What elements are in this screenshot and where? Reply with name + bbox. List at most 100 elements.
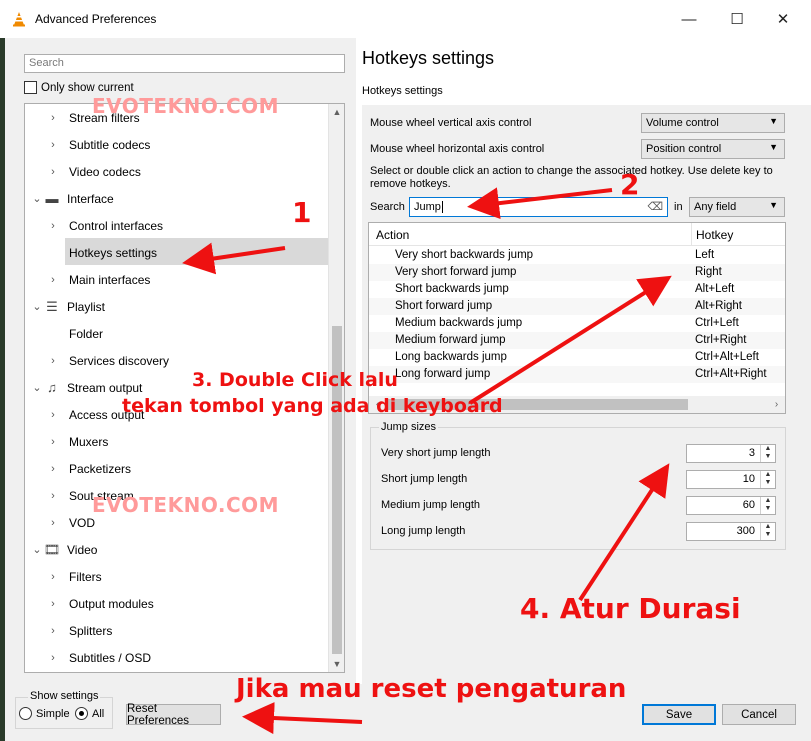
chevron-down-icon[interactable]: ⌄ bbox=[31, 300, 43, 313]
chevron-right-icon[interactable]: › bbox=[47, 598, 59, 610]
title-bar: Advanced Preferences — ☐ ✕ bbox=[0, 0, 811, 38]
tree-item[interactable]: › Output modules bbox=[25, 590, 330, 617]
tree-item[interactable]: › VOD bbox=[25, 509, 330, 536]
simple-radio-button[interactable] bbox=[19, 707, 32, 720]
table-row[interactable]: Long backwards jump Ctrl+Alt+Left bbox=[369, 349, 785, 366]
table-row[interactable]: Short backwards jump Alt+Left bbox=[369, 281, 785, 298]
tree-item[interactable]: › Stream filters bbox=[25, 104, 330, 131]
jump-length-label: Long jump length bbox=[381, 525, 466, 537]
simple-radio[interactable]: Simple bbox=[19, 707, 70, 720]
tree-item[interactable]: ⌄ ▬ Interface bbox=[25, 185, 330, 212]
tree-item[interactable]: Folder bbox=[25, 320, 330, 347]
tree-item[interactable]: ⌄ 🎞 Video bbox=[25, 536, 330, 563]
chevron-down-icon[interactable]: ⌄ bbox=[31, 543, 43, 556]
tree-item[interactable]: ⌄ ☰ Playlist bbox=[25, 293, 330, 320]
spin-arrows-icon[interactable]: ▲ ▼ bbox=[760, 445, 775, 462]
chevron-down-icon[interactable]: ⌄ bbox=[31, 381, 43, 394]
only-show-current-checkbox[interactable]: Only show current bbox=[24, 81, 134, 94]
tree-item-label: Services discovery bbox=[69, 353, 170, 368]
checkbox-box[interactable] bbox=[24, 81, 37, 94]
table-horizontal-scrollbar[interactable]: ‹ › bbox=[369, 396, 785, 413]
minimize-button[interactable]: — bbox=[666, 0, 712, 38]
chevron-down-icon[interactable]: ⌄ bbox=[31, 192, 43, 205]
chevron-right-icon[interactable]: › bbox=[47, 220, 59, 232]
mouse-vertical-select[interactable]: Volume control ▼ bbox=[641, 113, 785, 133]
table-row[interactable]: Short forward jump Alt+Right bbox=[369, 298, 785, 315]
spin-arrows-icon[interactable]: ▲ ▼ bbox=[760, 523, 775, 540]
tree-item[interactable]: › Access output bbox=[25, 401, 330, 428]
tree-item[interactable]: › Main interfaces bbox=[25, 266, 330, 293]
chevron-right-icon[interactable]: › bbox=[47, 436, 59, 448]
mouse-vertical-value: Volume control bbox=[646, 117, 719, 129]
tree-item[interactable]: › Packetizers bbox=[25, 455, 330, 482]
spin-arrows-icon[interactable]: ▲ ▼ bbox=[760, 471, 775, 488]
chevron-right-icon[interactable]: › bbox=[47, 274, 59, 286]
save-button[interactable]: Save bbox=[642, 704, 716, 725]
tree-item[interactable]: › Muxers bbox=[25, 428, 330, 455]
chevron-right-icon[interactable]: › bbox=[47, 139, 59, 151]
jump-length-spinbox[interactable]: 60 ▲ ▼ bbox=[686, 496, 776, 515]
chevron-right-icon[interactable]: › bbox=[47, 463, 59, 475]
column-header-hotkey[interactable]: Hotkey bbox=[696, 228, 733, 242]
jump-length-spinbox[interactable]: 3 ▲ ▼ bbox=[686, 444, 776, 463]
tree-item[interactable]: › Sout stream bbox=[25, 482, 330, 509]
clear-search-icon[interactable]: ⌫ bbox=[647, 200, 663, 213]
tree-item[interactable]: › Subtitles / OSD bbox=[25, 644, 330, 671]
scroll-down-icon[interactable]: ▼ bbox=[329, 656, 344, 672]
preferences-tree[interactable]: ▲ ▼ › Stream filters › Subtitle codecs › Vide… bbox=[24, 103, 345, 673]
scroll-left-icon[interactable]: ‹ bbox=[369, 396, 386, 413]
preferences-search-input[interactable]: Search bbox=[24, 54, 345, 73]
tree-item[interactable]: › Subtitle codecs bbox=[25, 131, 330, 158]
tree-item[interactable]: › Services discovery bbox=[25, 347, 330, 374]
chevron-right-icon[interactable]: › bbox=[47, 112, 59, 124]
hotkey-cell: Ctrl+Right bbox=[695, 334, 747, 346]
cancel-button[interactable]: Cancel bbox=[722, 704, 796, 725]
all-radio[interactable]: All bbox=[75, 707, 104, 720]
column-divider[interactable] bbox=[691, 223, 692, 246]
table-row[interactable]: Very short backwards jump Left bbox=[369, 247, 785, 264]
table-row[interactable]: Medium forward jump Ctrl+Right bbox=[369, 332, 785, 349]
jump-length-spinbox[interactable]: 300 ▲ ▼ bbox=[686, 522, 776, 541]
scroll-thumb[interactable] bbox=[386, 399, 688, 410]
chevron-right-icon[interactable]: › bbox=[47, 490, 59, 502]
tree-item[interactable]: › Filters bbox=[25, 563, 330, 590]
search-field-select[interactable]: Any field ▼ bbox=[689, 197, 785, 217]
chevron-right-icon[interactable]: › bbox=[47, 166, 59, 178]
jump-length-spinbox[interactable]: 10 ▲ ▼ bbox=[686, 470, 776, 489]
action-cell: Medium forward jump bbox=[395, 334, 506, 346]
table-row[interactable]: Very short forward jump Right bbox=[369, 264, 785, 281]
close-button[interactable]: ✕ bbox=[760, 0, 806, 38]
tree-item[interactable]: ⌄ ♫ Stream output bbox=[25, 374, 330, 401]
jump-sizes-group: Jump sizes Very short jump length 3 ▲ ▼ Shor… bbox=[370, 421, 786, 550]
chevron-right-icon[interactable]: › bbox=[47, 571, 59, 583]
spin-arrows-icon[interactable]: ▲ ▼ bbox=[760, 497, 775, 514]
scroll-thumb[interactable] bbox=[332, 326, 342, 654]
tree-item[interactable]: › Video codecs bbox=[25, 158, 330, 185]
chevron-right-icon[interactable]: › bbox=[47, 517, 59, 529]
chevron-right-icon[interactable]: › bbox=[47, 355, 59, 367]
table-row[interactable]: Medium backwards jump Ctrl+Left bbox=[369, 315, 785, 332]
tree-item[interactable]: › Splitters bbox=[25, 617, 330, 644]
paint-roller-icon: ▬ bbox=[45, 191, 59, 206]
table-row[interactable]: Long forward jump Ctrl+Alt+Right bbox=[369, 366, 785, 383]
reset-preferences-button[interactable]: Reset Preferences bbox=[126, 703, 221, 727]
scroll-up-icon[interactable]: ▲ bbox=[329, 104, 344, 120]
tree-scrollbar[interactable]: ▲ ▼ bbox=[328, 104, 344, 672]
chevron-right-icon[interactable]: › bbox=[47, 652, 59, 664]
hotkey-cell: Ctrl+Alt+Left bbox=[695, 351, 759, 363]
tree-item[interactable]: Hotkeys settings bbox=[25, 239, 330, 266]
hotkeys-table[interactable]: Action Hotkey ‹ › Very short backwards j… bbox=[368, 222, 786, 414]
all-radio-button[interactable] bbox=[75, 707, 88, 720]
tree-item-label: Subtitles / OSD bbox=[69, 650, 152, 665]
scroll-right-icon[interactable]: › bbox=[768, 396, 785, 413]
tree-item[interactable]: › Control interfaces bbox=[25, 212, 330, 239]
hotkey-search-input[interactable]: Jump ⌫ bbox=[409, 197, 668, 217]
tree-item-label: Video codecs bbox=[69, 164, 141, 179]
column-header-action[interactable]: Action bbox=[376, 228, 409, 242]
mouse-horizontal-value: Position control bbox=[646, 143, 722, 155]
chevron-right-icon[interactable]: › bbox=[47, 409, 59, 421]
instruction-text: Select or double click an action to chan… bbox=[370, 165, 773, 190]
maximize-button[interactable]: ☐ bbox=[714, 0, 760, 38]
mouse-horizontal-select[interactable]: Position control ▼ bbox=[641, 139, 785, 159]
chevron-right-icon[interactable]: › bbox=[47, 625, 59, 637]
